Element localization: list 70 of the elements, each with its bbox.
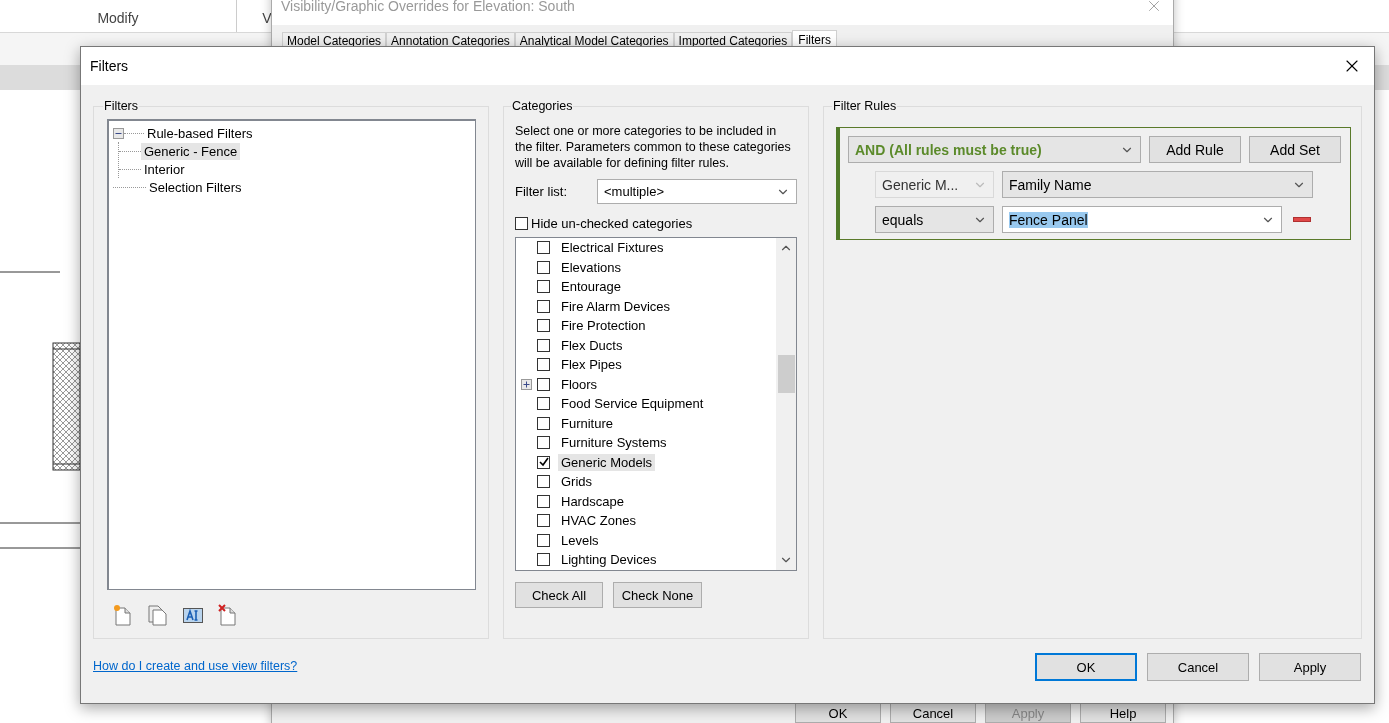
category-item[interactable]: Floors: [558, 375, 601, 393]
ribbon-tab[interactable]: Modify: [0, 0, 237, 32]
dialog-button[interactable]: OK: [795, 703, 881, 723]
group-title: Filters: [103, 99, 140, 113]
checkbox[interactable]: [537, 260, 550, 274]
category-item[interactable]: Grids: [558, 473, 596, 491]
checkbox[interactable]: [537, 280, 550, 294]
duplicate-icon[interactable]: [148, 604, 168, 626]
category-item[interactable]: Hardscape: [558, 492, 627, 510]
checkbox[interactable]: [537, 475, 550, 489]
dialog-button[interactable]: Cancel: [1147, 653, 1249, 681]
dialog-button[interactable]: Apply: [1259, 653, 1361, 681]
checkbox[interactable]: [537, 416, 550, 430]
scrollbar[interactable]: [776, 238, 796, 570]
scroll-thumb[interactable]: [777, 355, 795, 393]
checkbox[interactable]: [537, 533, 550, 547]
checkbox[interactable]: [537, 299, 550, 313]
category-item[interactable]: Furniture Systems: [558, 434, 670, 452]
checkbox[interactable]: [537, 358, 550, 372]
collapse-icon[interactable]: [113, 127, 124, 139]
category-item[interactable]: Fire Alarm Devices: [558, 297, 674, 315]
field-label: Filter list:: [515, 184, 567, 199]
category-item[interactable]: Lighting Devices: [558, 551, 660, 569]
category-item[interactable]: Fire Protection: [558, 317, 649, 335]
checkbox[interactable]: [537, 377, 550, 391]
checkbox[interactable]: [537, 514, 550, 528]
category-item[interactable]: Entourage: [558, 278, 624, 296]
window-title: Visibility/Graphic Overrides for Elevation: South: [281, 0, 575, 14]
expand-icon[interactable]: [521, 378, 532, 390]
checkbox[interactable]: [537, 455, 550, 469]
tree-item[interactable]: Interior: [141, 160, 188, 178]
filter-list-dropdown[interactable]: <multiple>: [597, 179, 797, 204]
parameter-dropdown[interactable]: Family Name: [1002, 171, 1313, 198]
checkbox[interactable]: [537, 338, 550, 352]
checkbox[interactable]: [537, 319, 550, 333]
dialog-button[interactable]: OK: [1035, 653, 1137, 681]
category-item[interactable]: Electrical Fixtures: [558, 239, 667, 257]
help-link[interactable]: How do I create and use view filters?: [93, 653, 298, 673]
checkmark-icon: [538, 457, 549, 468]
checkbox[interactable]: [537, 397, 550, 411]
category-item[interactable]: HVAC Zones: [558, 512, 639, 530]
tree-item[interactable]: Selection Filters: [146, 178, 245, 196]
value-field[interactable]: Fence Panel: [1002, 206, 1282, 233]
category-item[interactable]: Elevations: [558, 258, 624, 276]
list-button[interactable]: Check All: [515, 582, 603, 608]
tree-item[interactable]: Generic - Fence: [141, 142, 241, 160]
checkbox[interactable]: [537, 436, 550, 450]
set-button[interactable]: Add Set: [1249, 136, 1341, 163]
category-item[interactable]: Furniture: [558, 414, 617, 432]
delete-icon[interactable]: [218, 604, 238, 626]
category-item[interactable]: Generic Models: [558, 453, 656, 471]
dialog-button[interactable]: Help: [1080, 703, 1166, 723]
condition-dropdown[interactable]: equals: [875, 206, 994, 233]
window-title: Filters: [90, 58, 129, 74]
checkbox[interactable]: [515, 217, 528, 230]
category-item[interactable]: Flex Pipes: [558, 356, 625, 374]
set-button[interactable]: Add Rule: [1149, 136, 1241, 163]
tree-item[interactable]: Rule-based Filters: [144, 124, 256, 142]
dialog-button[interactable]: Cancel: [890, 703, 976, 723]
checkbox[interactable]: [537, 494, 550, 508]
checkbox[interactable]: [537, 553, 550, 567]
checkbox[interactable]: [537, 241, 550, 255]
category-item[interactable]: Levels: [558, 531, 602, 549]
group-title: Filter Rules: [832, 99, 898, 113]
checkbox-label: Hide un-checked categories: [531, 216, 693, 231]
description-text: Select one or more categories to be included in the filter. Parameters common to these categories will be available for defining filter rules.: [515, 123, 792, 171]
category-item[interactable]: Food Service Equipment: [558, 395, 707, 413]
category-item[interactable]: Flex Ducts: [558, 336, 626, 354]
list-button[interactable]: Check None: [613, 582, 702, 608]
group-title: Categories: [511, 99, 574, 113]
